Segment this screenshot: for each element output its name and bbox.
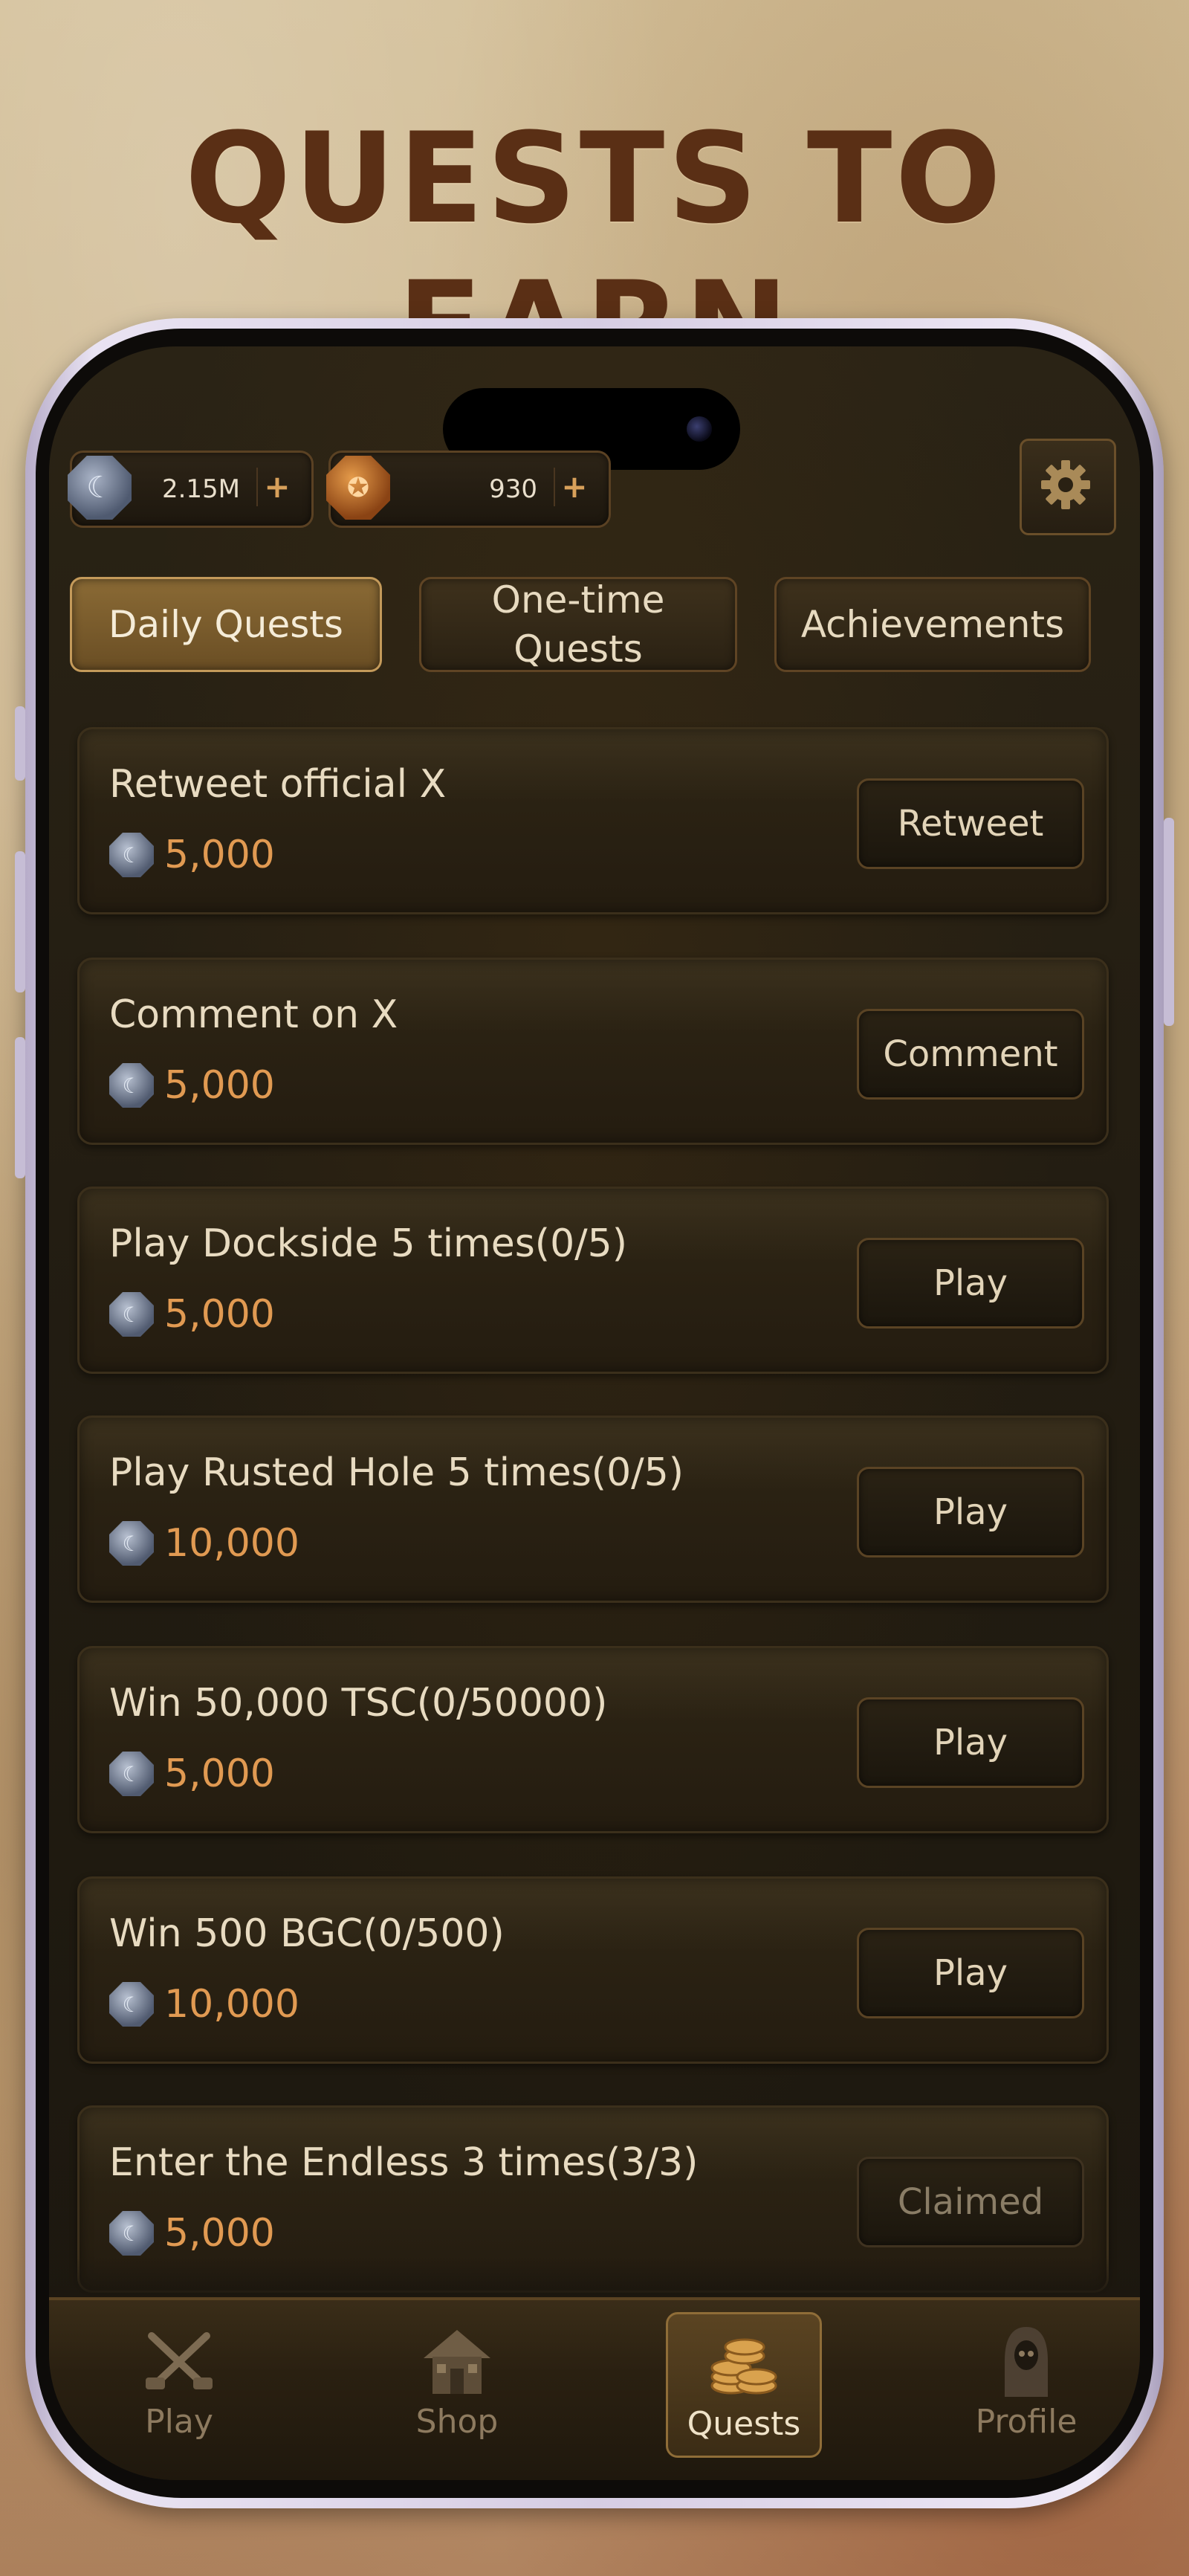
crossed-guns-icon — [146, 2332, 213, 2389]
nav-label: Play — [145, 2403, 213, 2441]
nav-play[interactable]: Play — [101, 2312, 257, 2458]
silver-coin-icon: ☾ — [109, 1521, 154, 1566]
reward-amount: 5,000 — [164, 2211, 275, 2256]
retweet-button[interactable]: Retweet — [857, 778, 1084, 869]
phone-power-button — [1164, 818, 1174, 1026]
reward-amount: 10,000 — [164, 1521, 299, 1566]
shop-house-icon — [424, 2330, 490, 2394]
reward-amount: 5,000 — [164, 1752, 275, 1796]
reward-amount: 10,000 — [164, 1982, 299, 2027]
quest-card: Comment on X ☾ 5,000 Comment — [77, 958, 1109, 1145]
quest-title: Retweet official X — [109, 762, 447, 807]
quest-reward: ☾ 5,000 — [109, 1749, 275, 1798]
coin-stack-icon — [710, 2338, 777, 2395]
phone-volume-up — [15, 851, 25, 992]
silver-coin-icon: ☾ — [109, 2211, 154, 2256]
quest-card: Retweet official X ☾ 5,000 Retweet — [77, 727, 1109, 914]
quest-reward: ☾ 5,000 — [109, 830, 275, 879]
quest-card: Play Rusted Hole 5 times(0/5) ☾ 10,000 P… — [77, 1415, 1109, 1603]
play-button[interactable]: Play — [857, 1928, 1084, 2018]
quest-list: Retweet official X ☾ 5,000 Retweet Comme… — [49, 346, 1140, 2480]
reward-amount: 5,000 — [164, 1063, 275, 1108]
silver-coin-icon: ☾ — [109, 1982, 154, 2027]
app-screen: ☾ 2.15M + ✪ 930 + Daily Quests One-time … — [49, 346, 1140, 2480]
quest-reward: ☾ 10,000 — [109, 1980, 299, 2029]
quest-reward: ☾ 5,000 — [109, 1290, 275, 1339]
reward-amount: 5,000 — [164, 1292, 275, 1337]
silver-coin-icon: ☾ — [109, 1752, 154, 1796]
quest-reward: ☾ 10,000 — [109, 1519, 299, 1568]
nav-shop[interactable]: Shop — [379, 2312, 535, 2458]
quest-title: Comment on X — [109, 992, 398, 1037]
quest-reward: ☾ 5,000 — [109, 1061, 275, 1110]
quest-card: Win 50,000 TSC(0/50000) ☾ 5,000 Play — [77, 1646, 1109, 1833]
quest-title: Play Dockside 5 times(0/5) — [109, 1221, 628, 1266]
nav-profile[interactable]: Profile — [948, 2312, 1104, 2458]
quest-title: Enter the Endless 3 times(3/3) — [109, 2140, 699, 2185]
silver-coin-icon: ☾ — [109, 833, 154, 877]
phone-side-button — [15, 706, 25, 781]
quest-title: Win 50,000 TSC(0/50000) — [109, 1681, 608, 1726]
quest-title: Win 500 BGC(0/500) — [109, 1911, 505, 1956]
phone-volume-down — [15, 1037, 25, 1178]
comment-button[interactable]: Comment — [857, 1009, 1084, 1100]
reaper-icon — [1005, 2327, 1048, 2397]
play-button[interactable]: Play — [857, 1697, 1084, 1788]
claimed-button: Claimed — [857, 2157, 1084, 2247]
nav-quests[interactable]: Quests — [666, 2312, 822, 2458]
reward-amount: 5,000 — [164, 833, 275, 877]
silver-coin-icon: ☾ — [109, 1292, 154, 1337]
quest-reward: ☾ 5,000 — [109, 2209, 275, 2258]
play-button[interactable]: Play — [857, 1238, 1084, 1329]
play-button[interactable]: Play — [857, 1467, 1084, 1557]
nav-label: Shop — [415, 2403, 499, 2441]
quest-card: Play Dockside 5 times(0/5) ☾ 5,000 Play — [77, 1187, 1109, 1374]
silver-coin-icon: ☾ — [109, 1063, 154, 1108]
bottom-nav: Play Shop Quests Profile — [49, 2297, 1140, 2480]
nav-label: Profile — [975, 2403, 1078, 2441]
quest-card: Win 500 BGC(0/500) ☾ 10,000 Play — [77, 1876, 1109, 2064]
nav-label: Quests — [687, 2405, 801, 2443]
scroll-fade — [49, 2256, 1140, 2300]
quest-title: Play Rusted Hole 5 times(0/5) — [109, 1450, 684, 1495]
